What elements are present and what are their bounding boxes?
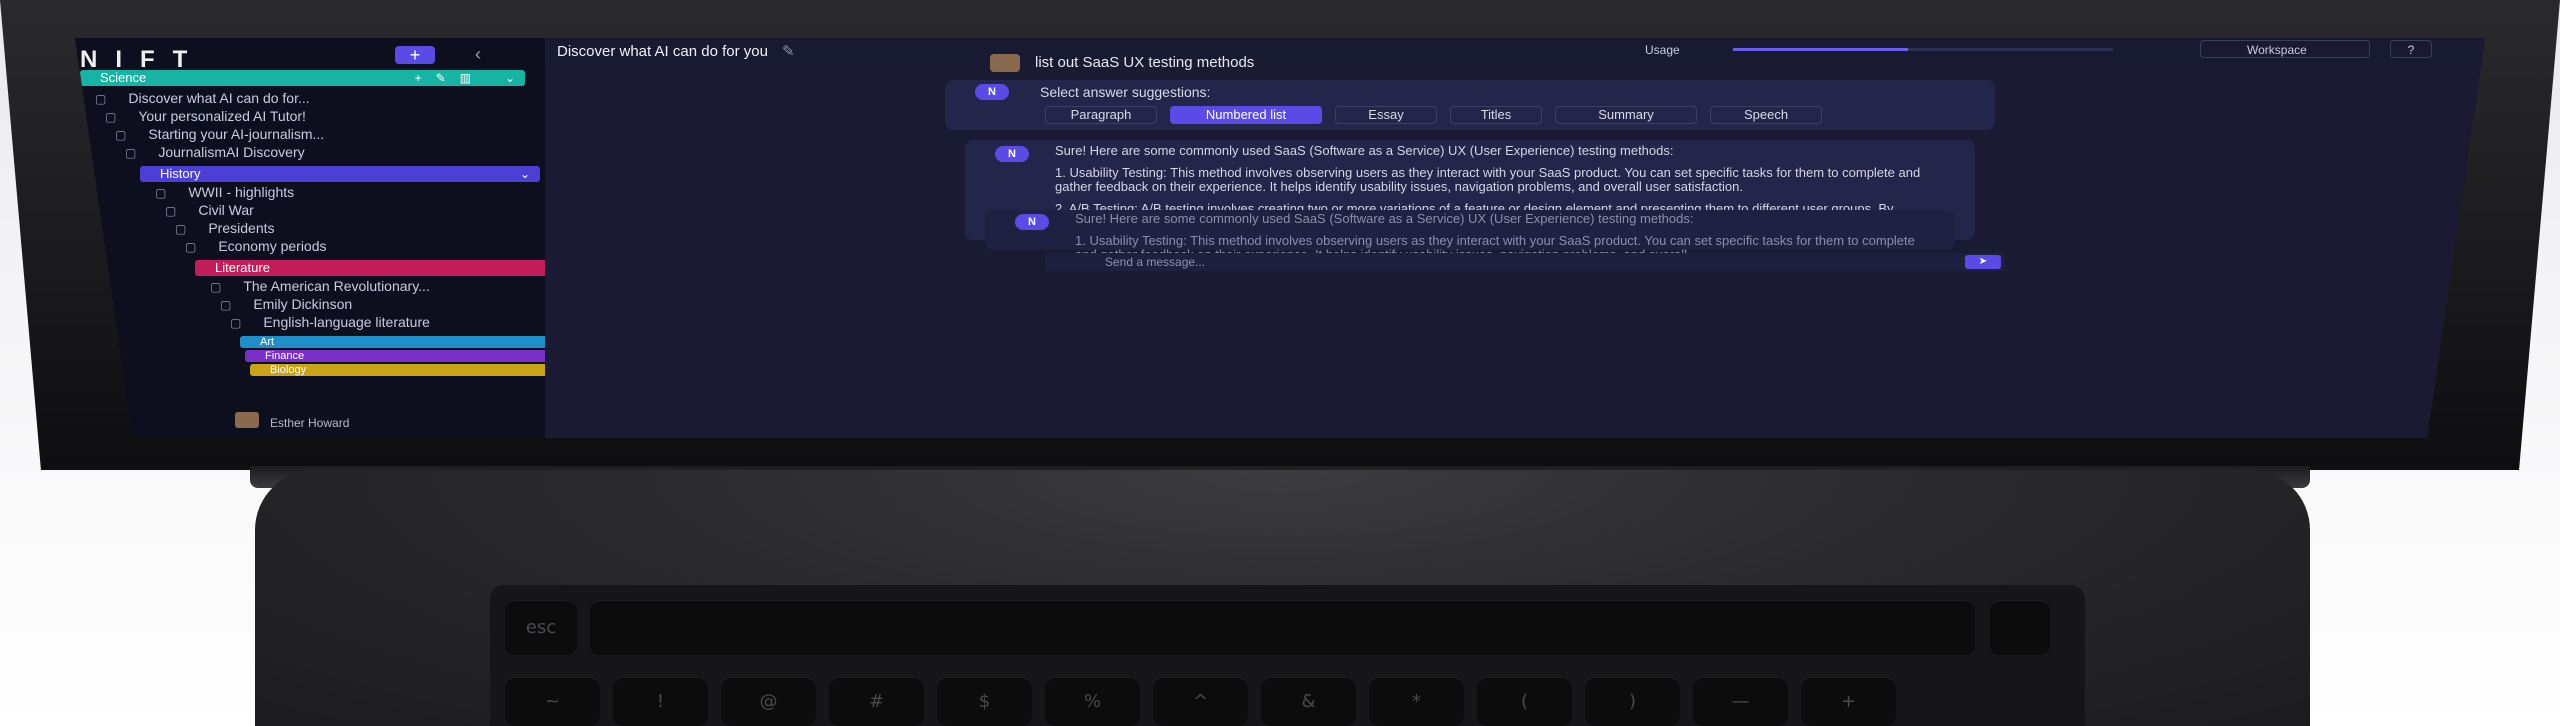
keyboard-key[interactable]: ! — [613, 677, 708, 726]
keyboard-key[interactable]: ( — [1477, 677, 1572, 726]
folder-label: Biology — [270, 364, 307, 376]
folder-label: Literature — [215, 260, 270, 275]
folder-label: History — [160, 166, 201, 181]
folder-tools-icons[interactable]: +✎▥ — [415, 70, 485, 86]
workspace-button[interactable]: Workspace — [2200, 40, 2370, 58]
key-esc[interactable]: esc — [505, 600, 577, 655]
message-paragraph: Sure! Here are some commonly used SaaS (… — [1075, 211, 1694, 226]
page-title: Discover what AI can do for you ✎ — [557, 42, 795, 60]
keyboard-key[interactable]: ) — [1585, 677, 1680, 726]
message-paragraph: 1. Usability Testing: This method involv… — [1055, 165, 1921, 194]
key-power[interactable] — [1990, 600, 2050, 655]
list-item[interactable]: English-language literature — [230, 314, 430, 330]
suggestion-chip[interactable]: Summary — [1555, 106, 1697, 124]
keyboard-key[interactable]: # — [829, 677, 924, 726]
list-item[interactable]: JournalismAI Discovery — [125, 144, 304, 160]
list-item[interactable]: Discover what AI can do for... — [95, 90, 309, 106]
suggestion-chip[interactable]: Essay — [1335, 106, 1437, 124]
keyboard-key[interactable]: $ — [937, 677, 1032, 726]
usage-bar — [1733, 48, 2113, 51]
list-item[interactable]: Civil War — [165, 202, 253, 218]
top-bar: Discover what AI can do for you ✎ Usage W… — [545, 38, 2485, 62]
assistant-avatar: N — [995, 146, 1029, 162]
list-item[interactable]: Your personalized AI Tutor! — [105, 108, 306, 124]
keyboard: esc ~! @ # $% ^ & * () — + — [490, 585, 2085, 726]
help-button[interactable]: ? — [2390, 40, 2432, 58]
user-prompt: list out SaaS UX testing methods — [1035, 54, 1255, 71]
folder-history[interactable]: History ⌄ — [140, 166, 540, 182]
suggestion-chip[interactable]: Paragraph — [1045, 106, 1157, 124]
suggestions-label: Select answer suggestions: — [1040, 84, 1211, 100]
keyboard-key[interactable]: & — [1261, 677, 1356, 726]
list-item[interactable]: WWII - highlights — [155, 184, 294, 200]
message-paragraph: Sure! Here are some commonly used SaaS (… — [1055, 143, 1674, 158]
suggestion-chip[interactable]: Titles — [1450, 106, 1542, 124]
list-item[interactable]: Emily Dickinson — [220, 296, 352, 312]
app-screen: NIFT + ‹ Science +✎▥ ⌄ Discover what AI … — [75, 38, 2485, 438]
keyboard-key[interactable]: + — [1801, 677, 1896, 726]
keyboard-key[interactable]: ^ — [1153, 677, 1248, 726]
avatar[interactable] — [235, 412, 259, 428]
folder-label: Science — [100, 70, 147, 85]
workspace-label: Workspace — [2247, 43, 2307, 57]
collapse-sidebar-icon[interactable]: ‹ — [475, 44, 481, 65]
pencil-icon[interactable]: ✎ — [782, 43, 795, 60]
assistant-avatar: N — [975, 84, 1009, 100]
new-chat-button[interactable]: + — [395, 46, 435, 64]
folder-science[interactable]: Science +✎▥ ⌄ — [80, 70, 525, 86]
keyboard-key[interactable]: * — [1369, 677, 1464, 726]
chat-title-text: Discover what AI can do for you — [557, 43, 768, 60]
list-item[interactable]: Starting your AI-journalism... — [115, 126, 324, 142]
suggestion-chip-selected[interactable]: Numbered list — [1170, 106, 1322, 124]
assistant-avatar: N — [1015, 214, 1049, 230]
user-name[interactable]: Esther Howard — [270, 416, 349, 430]
list-item[interactable]: Economy periods — [185, 238, 326, 254]
usage-fill — [1733, 48, 1908, 51]
usage-label: Usage — [1645, 43, 1680, 57]
assistant-message: N Sure! Here are some commonly used SaaS… — [985, 210, 1955, 262]
chat-main: Discover what AI can do for you ✎ Usage W… — [545, 38, 2485, 438]
suggestion-chip[interactable]: Speech — [1710, 106, 1822, 124]
send-button[interactable]: ➤ — [1965, 255, 2001, 269]
chevron-down-icon[interactable]: ⌄ — [505, 70, 515, 86]
keyboard-key[interactable]: @ — [721, 677, 816, 726]
chevron-down-icon[interactable]: ⌄ — [520, 166, 530, 182]
avatar — [990, 54, 1020, 72]
list-item[interactable]: Presidents — [175, 220, 274, 236]
suggestions-panel: N Select answer suggestions: Paragraph N… — [945, 80, 1995, 130]
folder-label: Art — [260, 336, 275, 348]
list-item[interactable]: The American Revolutionary... — [210, 278, 430, 294]
folder-literature[interactable]: Literature ⌄ — [195, 260, 565, 276]
folder-label: Finance — [265, 350, 305, 362]
touch-bar[interactable] — [590, 600, 1975, 655]
keyboard-key[interactable]: % — [1045, 677, 1140, 726]
keyboard-key[interactable]: ~ — [505, 677, 600, 726]
message-input[interactable]: Send a message... — [1045, 253, 2005, 271]
keyboard-key[interactable]: — — [1693, 677, 1788, 726]
